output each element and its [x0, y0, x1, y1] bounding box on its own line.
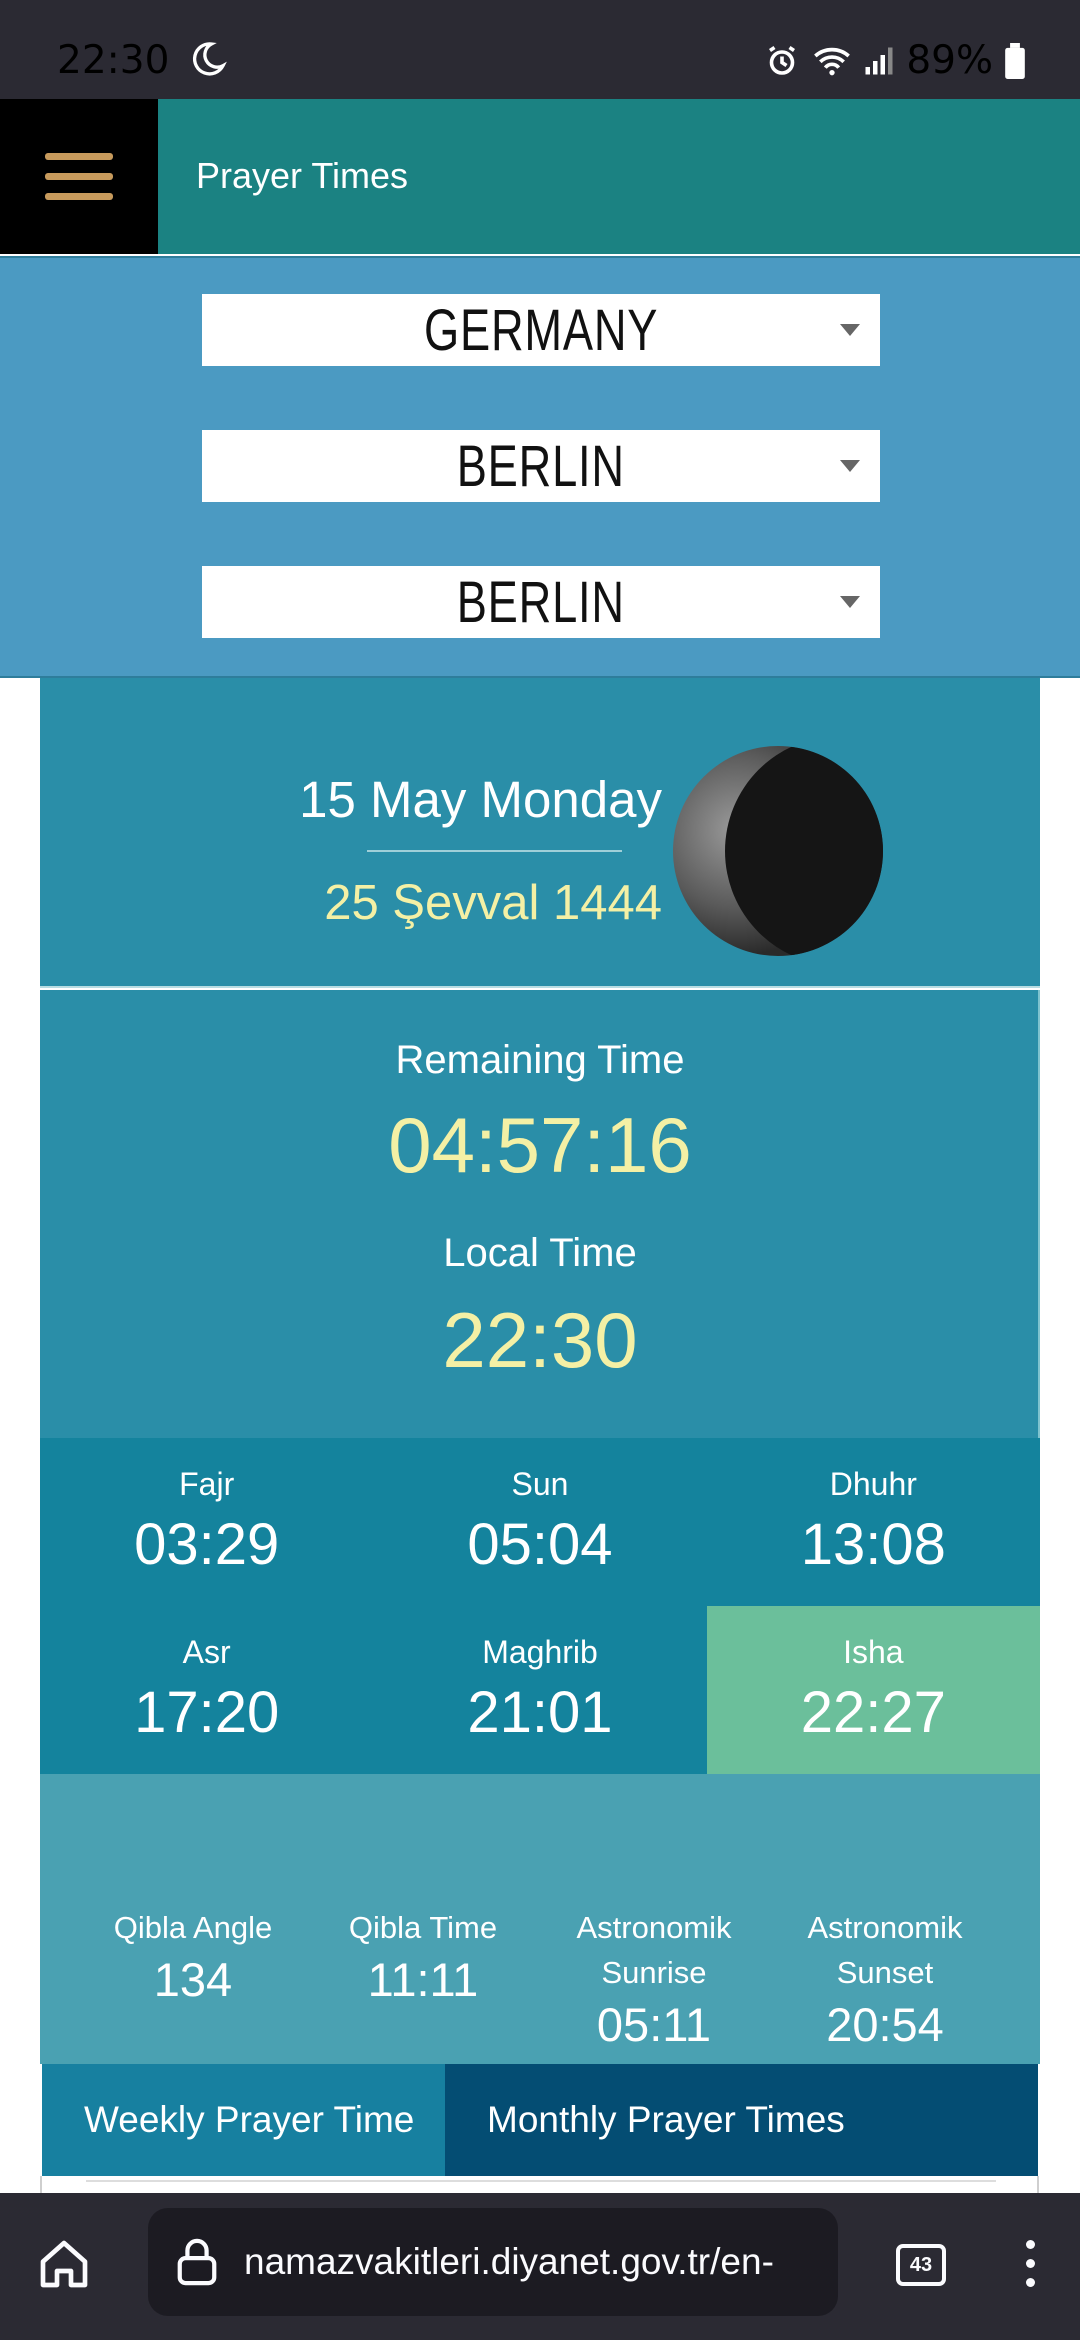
hijri-date: 25 Şevval 1444 — [324, 876, 662, 930]
country-select[interactable]: GERMANY — [202, 294, 880, 366]
home-icon[interactable] — [36, 2236, 92, 2292]
tab-monthly-prayer-times[interactable]: Monthly Prayer Times — [445, 2064, 1038, 2176]
gregorian-date: 15 May Monday — [299, 771, 662, 828]
prayer-maghrib: Maghrib 21:01 — [467, 1634, 613, 1745]
date-divider — [367, 850, 622, 852]
city-value: BERLIN — [456, 433, 626, 499]
table-top-border — [86, 2180, 996, 2182]
district-select[interactable]: BERLIN — [202, 566, 880, 638]
date-card — [40, 678, 1040, 988]
clock-text: 22:30 — [57, 38, 170, 83]
astronomic-sunrise: Astronomik Sunrise 05:11 — [576, 1910, 732, 2051]
wifi-icon — [814, 47, 851, 75]
more-options-icon[interactable] — [1026, 2240, 1035, 2287]
prayer-dhuhr: Dhuhr 13:08 — [800, 1466, 946, 1577]
tab-counter-button[interactable]: 43 — [896, 2244, 946, 2286]
caret-down-icon — [840, 324, 860, 336]
address-bar[interactable]: namazvakitleri.diyanet.gov.tr/en- — [148, 2208, 838, 2316]
qibla-time: Qibla Time 11:11 — [348, 1910, 498, 2006]
alarm-icon — [769, 45, 796, 75]
prayer-times-grid: Fajr 03:29 Sun 05:04 Dhuhr 13:08 Asr 17:… — [40, 1438, 1040, 1774]
local-time-value: 22:30 — [442, 1296, 638, 1384]
signal-icon — [865, 47, 893, 74]
district-value: BERLIN — [456, 569, 626, 635]
moon-phase-icon — [673, 746, 883, 956]
status-icons: 89% — [764, 38, 1025, 83]
prayer-fajr: Fajr 03:29 — [134, 1466, 280, 1577]
battery-icon — [1005, 42, 1025, 79]
menu-icon — [45, 153, 113, 160]
prayer-sun: Sun 05:04 — [467, 1466, 613, 1577]
local-time-label: Local Time — [443, 1231, 637, 1275]
city-select[interactable]: BERLIN — [202, 430, 880, 502]
battery-percent: 89% — [906, 38, 993, 83]
country-value: GERMANY — [423, 297, 659, 363]
astronomic-sunset: Astronomik Sunset 20:54 — [807, 1910, 963, 2051]
tab-weekly-prayer-time[interactable]: Weekly Prayer Time — [42, 2064, 445, 2176]
prayer-asr: Asr 17:20 — [134, 1634, 280, 1745]
lock-icon — [177, 2238, 217, 2286]
moon-icon — [192, 42, 227, 76]
page-title: Prayer Times — [196, 155, 409, 196]
caret-down-icon — [840, 596, 860, 608]
remaining-time-label: Remaining Time — [395, 1038, 685, 1082]
status-time: 22:30 — [57, 38, 228, 83]
remaining-time-value: 04:57:16 — [388, 1101, 692, 1189]
caret-down-icon — [840, 460, 860, 472]
qibla-angle: Qibla Angle 134 — [113, 1910, 273, 2006]
url-text: namazvakitleri.diyanet.gov.tr/en- — [244, 2241, 774, 2282]
hamburger-menu-button[interactable] — [0, 99, 158, 254]
prayer-isha: Isha 22:27 — [706, 1606, 1040, 1774]
